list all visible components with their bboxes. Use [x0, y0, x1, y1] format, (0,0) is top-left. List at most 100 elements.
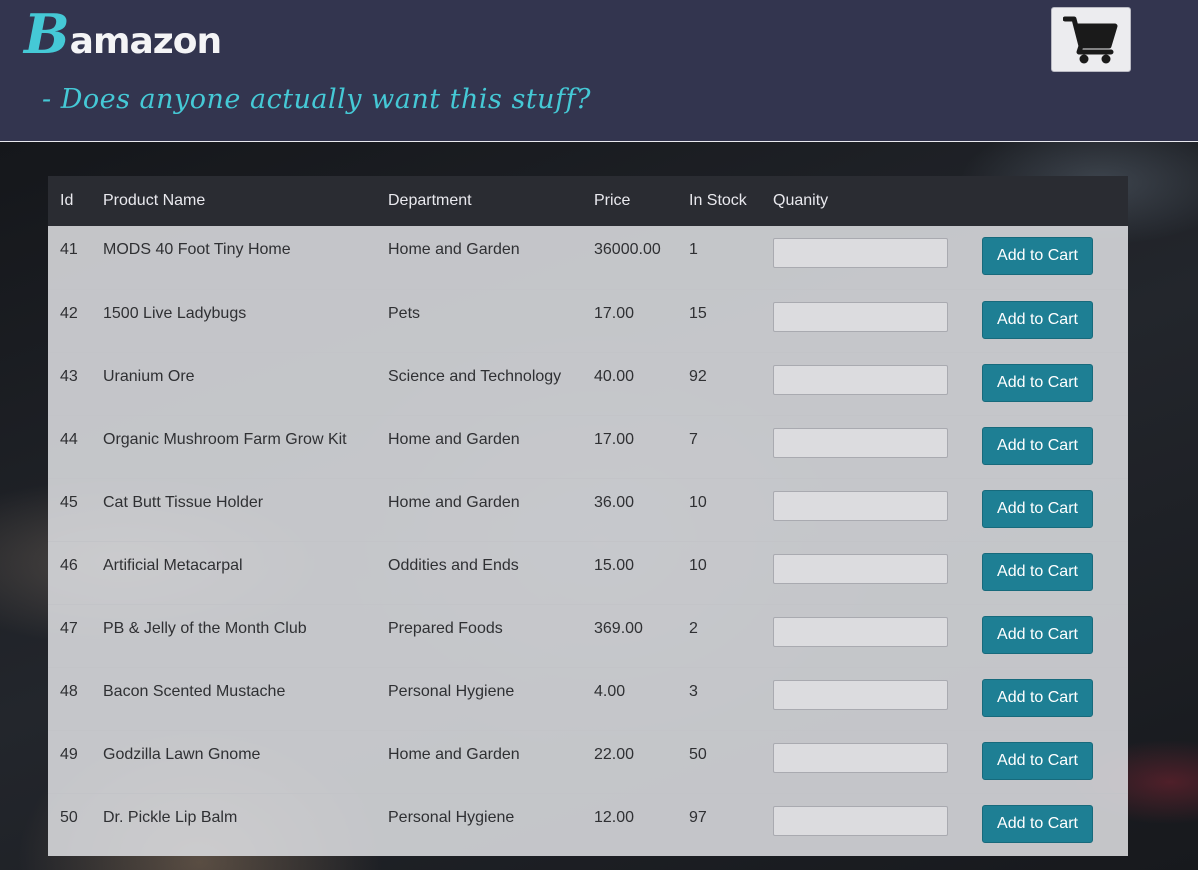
cell-price: 17.00: [594, 304, 635, 322]
cell-quantity: [761, 415, 965, 478]
add-to-cart-button[interactable]: Add to Cart: [982, 489, 1093, 528]
products-table-container: Id Product Name Department Price In Stoc…: [48, 176, 1128, 856]
quantity-input[interactable]: [773, 679, 948, 710]
cell-in-stock: 10: [689, 556, 707, 574]
logo-initial: B: [24, 2, 70, 66]
cell-price: 17.00: [594, 430, 635, 448]
cell-in-stock: 7: [689, 430, 698, 448]
cell-quantity: [761, 352, 965, 415]
quantity-input[interactable]: [773, 553, 948, 584]
quantity-input[interactable]: [773, 238, 948, 268]
cell-in-stock: 15: [689, 304, 707, 322]
cell-price: 36.00: [594, 493, 635, 511]
logo[interactable]: B amazon: [24, 2, 222, 72]
cell-quantity: [761, 478, 965, 541]
cell-department: Personal Hygiene: [388, 682, 515, 700]
column-header-in-stock: In Stock: [689, 192, 747, 209]
cell-product-name: Organic Mushroom Farm Grow Kit: [103, 430, 347, 448]
cell-in-stock: 1: [689, 241, 698, 258]
cell-product-name: PB & Jelly of the Month Club: [103, 619, 307, 637]
column-header-id: Id: [60, 192, 74, 209]
table-row: 44 Organic Mushroom Farm Grow Kit Home a…: [48, 415, 1128, 478]
table-row: 50 Dr. Pickle Lip Balm Personal Hygiene …: [48, 793, 1128, 856]
quantity-input[interactable]: [773, 427, 948, 458]
table-row: 49 Godzilla Lawn Gnome Home and Garden 2…: [48, 730, 1128, 793]
add-to-cart-button[interactable]: Add to Cart: [982, 741, 1093, 780]
cell-id: 45: [60, 493, 78, 511]
cell-quantity: [761, 541, 965, 604]
cell-quantity: [761, 226, 965, 289]
cell-action: Add to Cart: [965, 541, 1128, 604]
add-to-cart-button[interactable]: Add to Cart: [982, 678, 1093, 717]
quantity-input[interactable]: [773, 805, 948, 836]
quantity-input[interactable]: [773, 616, 948, 647]
table-row: 47 PB & Jelly of the Month Club Prepared…: [48, 604, 1128, 667]
add-to-cart-button[interactable]: Add to Cart: [982, 552, 1093, 591]
tagline: - Does anyone actually want this stuff?: [42, 84, 592, 115]
add-to-cart-button[interactable]: Add to Cart: [982, 426, 1093, 465]
table-row: 48 Bacon Scented Mustache Personal Hygie…: [48, 667, 1128, 730]
cell-id: 49: [60, 745, 78, 763]
add-to-cart-button[interactable]: Add to Cart: [982, 300, 1093, 339]
quantity-input[interactable]: [773, 301, 948, 332]
products-table: Id Product Name Department Price In Stoc…: [48, 176, 1128, 856]
table-row: 41 MODS 40 Foot Tiny Home Home and Garde…: [48, 226, 1128, 289]
cell-in-stock: 92: [689, 367, 707, 385]
cell-action: Add to Cart: [965, 478, 1128, 541]
add-to-cart-button[interactable]: Add to Cart: [982, 237, 1093, 275]
cell-id: 47: [60, 619, 78, 637]
cell-product-name: Bacon Scented Mustache: [103, 682, 286, 700]
cell-price: 12.00: [594, 808, 635, 826]
cell-id: 50: [60, 808, 78, 826]
table-body: 41 MODS 40 Foot Tiny Home Home and Garde…: [48, 226, 1128, 856]
column-header-action: [965, 176, 1128, 226]
cell-product-name: 1500 Live Ladybugs: [103, 304, 247, 322]
cell-action: Add to Cart: [965, 793, 1128, 856]
cell-action: Add to Cart: [965, 667, 1128, 730]
quantity-input[interactable]: [773, 742, 948, 773]
cell-in-stock: 97: [689, 808, 707, 826]
cell-id: 48: [60, 682, 78, 700]
cell-product-name: Uranium Ore: [103, 367, 195, 385]
cell-price: 369.00: [594, 619, 643, 637]
cell-department: Home and Garden: [388, 745, 520, 763]
cell-in-stock: 2: [689, 619, 698, 637]
cell-quantity: [761, 667, 965, 730]
cell-product-name: MODS 40 Foot Tiny Home: [103, 241, 291, 258]
cell-action: Add to Cart: [965, 289, 1128, 352]
add-to-cart-button[interactable]: Add to Cart: [982, 615, 1093, 654]
cell-quantity: [761, 793, 965, 856]
cell-action: Add to Cart: [965, 730, 1128, 793]
cell-action: Add to Cart: [965, 604, 1128, 667]
table-row: 42 1500 Live Ladybugs Pets 17.00 15 Add …: [48, 289, 1128, 352]
cell-price: 4.00: [594, 682, 626, 700]
shopping-cart-icon: [1063, 16, 1118, 63]
cell-in-stock: 10: [689, 493, 707, 511]
cell-id: 41: [60, 241, 78, 258]
cart-button[interactable]: [1051, 7, 1131, 72]
cell-quantity: [761, 604, 965, 667]
cell-id: 46: [60, 556, 78, 574]
quantity-input[interactable]: [773, 364, 948, 395]
add-to-cart-button[interactable]: Add to Cart: [982, 804, 1093, 843]
site-header: B amazon - Does anyone actually want thi…: [0, 0, 1198, 142]
cell-department: Home and Garden: [388, 430, 520, 448]
column-header-quantity: Quanity: [773, 192, 829, 209]
column-header-price: Price: [594, 192, 631, 209]
cell-product-name: Dr. Pickle Lip Balm: [103, 808, 238, 826]
quantity-input[interactable]: [773, 490, 948, 521]
add-to-cart-button[interactable]: Add to Cart: [982, 363, 1093, 402]
table-row: 45 Cat Butt Tissue Holder Home and Garde…: [48, 478, 1128, 541]
cell-in-stock: 3: [689, 682, 698, 700]
cell-in-stock: 50: [689, 745, 707, 763]
cell-id: 44: [60, 430, 78, 448]
table-row: 46 Artificial Metacarpal Oddities and En…: [48, 541, 1128, 604]
cell-id: 43: [60, 367, 78, 385]
column-header-product-name: Product Name: [103, 192, 206, 209]
cell-department: Prepared Foods: [388, 619, 503, 637]
cell-price: 15.00: [594, 556, 635, 574]
cell-department: Science and Technology: [388, 367, 562, 385]
column-header-department: Department: [388, 192, 472, 209]
cell-id: 42: [60, 304, 78, 322]
cell-department: Home and Garden: [388, 241, 520, 258]
